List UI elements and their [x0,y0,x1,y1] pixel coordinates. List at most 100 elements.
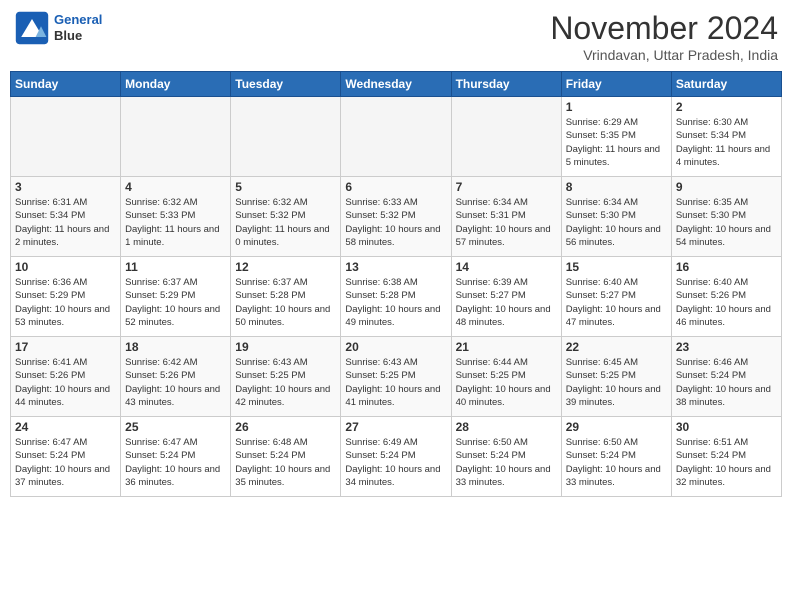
calendar-week-1: 1Sunrise: 6:29 AM Sunset: 5:35 PM Daylig… [11,97,782,177]
day-info: Sunrise: 6:32 AM Sunset: 5:33 PM Dayligh… [125,196,226,249]
title-block: November 2024 Vrindavan, Uttar Pradesh, … [550,10,778,63]
weekday-header-friday: Friday [561,72,671,97]
calendar-day [451,97,561,177]
day-number: 21 [456,340,557,354]
page-header: General Blue November 2024 Vrindavan, Ut… [10,10,782,63]
weekday-header-tuesday: Tuesday [231,72,341,97]
day-info: Sunrise: 6:47 AM Sunset: 5:24 PM Dayligh… [15,436,116,489]
day-number: 23 [676,340,777,354]
day-number: 3 [15,180,116,194]
calendar-day: 13 Sunrise: 6:38 AM Sunset: 5:28 PM Dayli… [341,257,451,337]
calendar-day: 7 Sunrise: 6:34 AM Sunset: 5:31 PM Daylig… [451,177,561,257]
calendar-day: 22 Sunrise: 6:45 AM Sunset: 5:25 PM Dayli… [561,337,671,417]
day-info: Sunrise: 6:50 AM Sunset: 5:24 PM Dayligh… [566,436,667,489]
day-info: Sunrise: 6:33 AM Sunset: 5:32 PM Dayligh… [345,196,446,249]
day-number: 2 [676,100,777,114]
calendar-day [121,97,231,177]
day-number: 5 [235,180,336,194]
calendar-day: 21Sunrise: 6:44 AM Sunset: 5:25 PM Dayli… [451,337,561,417]
day-number: 13 [345,260,446,274]
day-number: 10 [15,260,116,274]
day-number: 9 [676,180,777,194]
calendar-day: 30Sunrise: 6:51 AM Sunset: 5:24 PM Dayli… [671,417,781,497]
logo-icon [14,10,50,46]
day-info: Sunrise: 6:37 AM Sunset: 5:29 PM Dayligh… [125,276,226,329]
location-subtitle: Vrindavan, Uttar Pradesh, India [550,47,778,63]
calendar-day: 5 Sunrise: 6:32 AM Sunset: 5:32 PM Daylig… [231,177,341,257]
calendar-week-3: 10 Sunrise: 6:36 AM Sunset: 5:29 PM Dayli… [11,257,782,337]
day-info: Sunrise: 6:42 AM Sunset: 5:26 PM Dayligh… [125,356,226,409]
day-info: Sunrise: 6:38 AM Sunset: 5:28 PM Dayligh… [345,276,446,329]
calendar-week-2: 3 Sunrise: 6:31 AM Sunset: 5:34 PM Daylig… [11,177,782,257]
calendar-day: 16 Sunrise: 6:40 AM Sunset: 5:26 PM Dayli… [671,257,781,337]
calendar-day: 4 Sunrise: 6:32 AM Sunset: 5:33 PM Daylig… [121,177,231,257]
day-info: Sunrise: 6:45 AM Sunset: 5:25 PM Dayligh… [566,356,667,409]
day-info: Sunrise: 6:32 AM Sunset: 5:32 PM Dayligh… [235,196,336,249]
day-info: Sunrise: 6:34 AM Sunset: 5:31 PM Dayligh… [456,196,557,249]
day-info: Sunrise: 6:30 AM Sunset: 5:34 PM Dayligh… [676,116,777,169]
calendar-day: 2 Sunrise: 6:30 AM Sunset: 5:34 PM Daylig… [671,97,781,177]
day-number: 8 [566,180,667,194]
day-number: 4 [125,180,226,194]
calendar-day: 25Sunrise: 6:47 AM Sunset: 5:24 PM Dayli… [121,417,231,497]
day-info: Sunrise: 6:49 AM Sunset: 5:24 PM Dayligh… [345,436,446,489]
day-number: 6 [345,180,446,194]
day-number: 14 [456,260,557,274]
calendar-day: 15 Sunrise: 6:40 AM Sunset: 5:27 PM Dayli… [561,257,671,337]
weekday-header-monday: Monday [121,72,231,97]
day-info: Sunrise: 6:31 AM Sunset: 5:34 PM Dayligh… [15,196,116,249]
day-info: Sunrise: 6:35 AM Sunset: 5:30 PM Dayligh… [676,196,777,249]
day-number: 16 [676,260,777,274]
calendar-day [11,97,121,177]
weekday-header-wednesday: Wednesday [341,72,451,97]
calendar-day [341,97,451,177]
day-number: 12 [235,260,336,274]
day-number: 11 [125,260,226,274]
day-number: 25 [125,420,226,434]
day-number: 19 [235,340,336,354]
weekday-header-sunday: Sunday [11,72,121,97]
day-info: Sunrise: 6:34 AM Sunset: 5:30 PM Dayligh… [566,196,667,249]
day-number: 26 [235,420,336,434]
logo: General Blue [14,10,102,46]
calendar-day: 28 Sunrise: 6:50 AM Sunset: 5:24 PM Dayli… [451,417,561,497]
day-info: Sunrise: 6:51 AM Sunset: 5:24 PM Dayligh… [676,436,777,489]
calendar-day [231,97,341,177]
day-info: Sunrise: 6:36 AM Sunset: 5:29 PM Dayligh… [15,276,116,329]
calendar-day: 24 Sunrise: 6:47 AM Sunset: 5:24 PM Dayli… [11,417,121,497]
calendar-day: 23 Sunrise: 6:46 AM Sunset: 5:24 PM Dayli… [671,337,781,417]
day-number: 15 [566,260,667,274]
calendar-table: SundayMondayTuesdayWednesdayThursdayFrid… [10,71,782,497]
calendar-day: 19Sunrise: 6:43 AM Sunset: 5:25 PM Dayli… [231,337,341,417]
day-number: 7 [456,180,557,194]
calendar-day: 9 Sunrise: 6:35 AM Sunset: 5:30 PM Daylig… [671,177,781,257]
calendar-day: 26Sunrise: 6:48 AM Sunset: 5:24 PM Dayli… [231,417,341,497]
day-info: Sunrise: 6:40 AM Sunset: 5:26 PM Dayligh… [676,276,777,329]
calendar-day: 10 Sunrise: 6:36 AM Sunset: 5:29 PM Dayli… [11,257,121,337]
day-number: 24 [15,420,116,434]
calendar-week-4: 17Sunrise: 6:41 AM Sunset: 5:26 PM Dayli… [11,337,782,417]
day-number: 1 [566,100,667,114]
month-title: November 2024 [550,10,778,47]
day-number: 18 [125,340,226,354]
calendar-day: 18 Sunrise: 6:42 AM Sunset: 5:26 PM Dayli… [121,337,231,417]
day-number: 27 [345,420,446,434]
calendar-day: 11 Sunrise: 6:37 AM Sunset: 5:29 PM Dayli… [121,257,231,337]
calendar-day: 3 Sunrise: 6:31 AM Sunset: 5:34 PM Daylig… [11,177,121,257]
day-info: Sunrise: 6:50 AM Sunset: 5:24 PM Dayligh… [456,436,557,489]
day-info: Sunrise: 6:46 AM Sunset: 5:24 PM Dayligh… [676,356,777,409]
day-info: Sunrise: 6:39 AM Sunset: 5:27 PM Dayligh… [456,276,557,329]
day-number: 29 [566,420,667,434]
weekday-header-saturday: Saturday [671,72,781,97]
day-number: 20 [345,340,446,354]
calendar-day: 17Sunrise: 6:41 AM Sunset: 5:26 PM Dayli… [11,337,121,417]
calendar-day: 6 Sunrise: 6:33 AM Sunset: 5:32 PM Daylig… [341,177,451,257]
day-number: 28 [456,420,557,434]
day-info: Sunrise: 6:41 AM Sunset: 5:26 PM Dayligh… [15,356,116,409]
day-info: Sunrise: 6:43 AM Sunset: 5:25 PM Dayligh… [345,356,446,409]
day-number: 22 [566,340,667,354]
calendar-day: 29 Sunrise: 6:50 AM Sunset: 5:24 PM Dayli… [561,417,671,497]
calendar-day: 12Sunrise: 6:37 AM Sunset: 5:28 PM Dayli… [231,257,341,337]
day-info: Sunrise: 6:40 AM Sunset: 5:27 PM Dayligh… [566,276,667,329]
weekday-header-thursday: Thursday [451,72,561,97]
